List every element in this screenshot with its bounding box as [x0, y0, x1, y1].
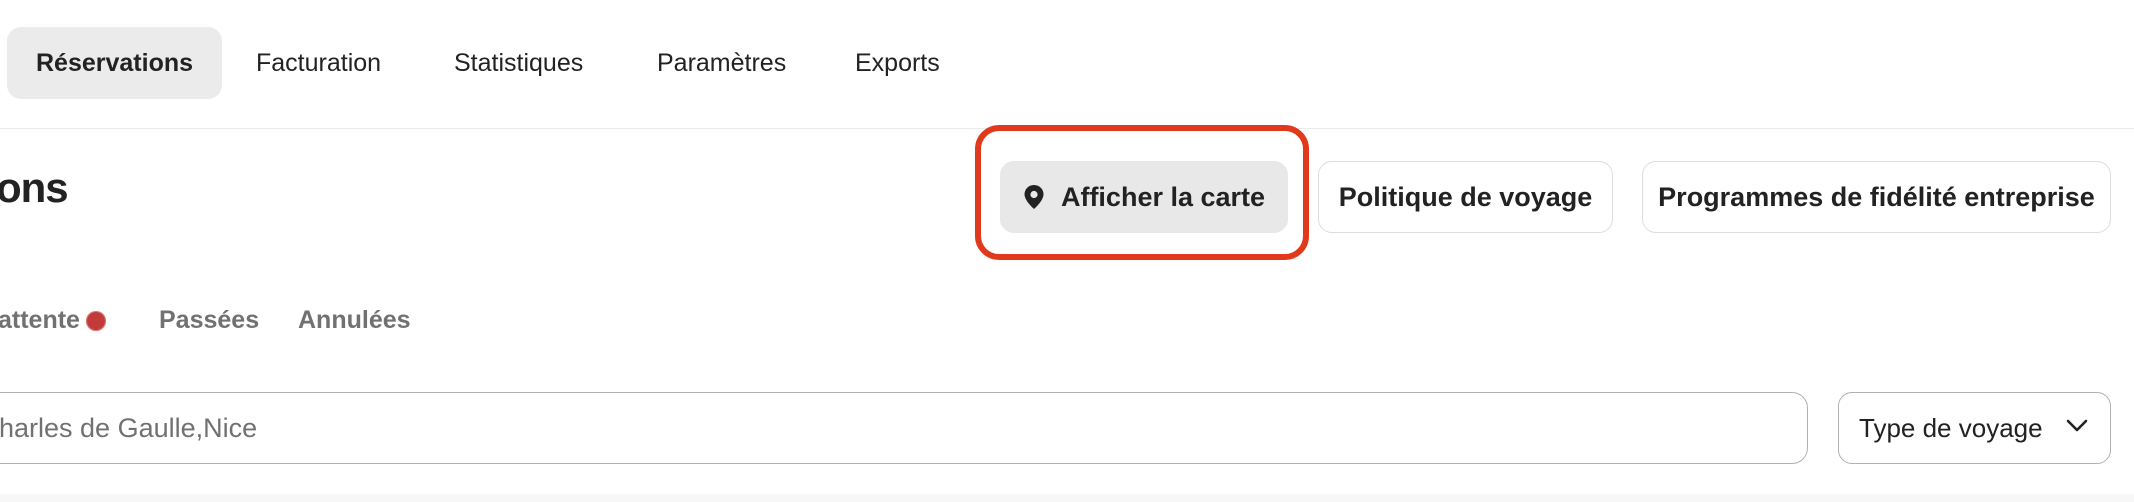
divider — [0, 494, 2134, 502]
loyalty-programs-button[interactable]: Programmes de fidélité entreprise — [1642, 161, 2111, 233]
tab-pending[interactable]: attente — [0, 306, 106, 335]
search-input-text: harles de Gaulle,Nice — [0, 412, 258, 443]
search-input[interactable]: harles de Gaulle,Nice — [0, 392, 1808, 464]
tab-statistiques[interactable]: Statistiques — [454, 27, 583, 99]
chevron-down-icon — [2066, 419, 2088, 432]
top-nav: Réservations Facturation Statistiques Pa… — [0, 0, 2134, 129]
tab-exports[interactable]: Exports — [855, 27, 940, 99]
trip-type-select[interactable]: Type de voyage — [1838, 392, 2111, 464]
travel-policy-button[interactable]: Politique de voyage — [1318, 161, 1613, 233]
tab-pending-label: attente — [0, 306, 80, 334]
tab-reservations[interactable]: Réservations — [7, 27, 223, 99]
page-title: ons — [0, 164, 69, 211]
tab-parametres[interactable]: Paramètres — [657, 27, 786, 99]
tab-past[interactable]: Passées — [159, 306, 259, 335]
show-map-label: Afficher la carte — [1060, 181, 1266, 212]
tab-cancelled[interactable]: Annulées — [298, 306, 411, 335]
map-pin-icon — [1024, 185, 1044, 209]
tab-facturation[interactable]: Facturation — [256, 27, 381, 99]
show-map-button[interactable]: Afficher la carte — [1000, 161, 1288, 233]
trip-type-label: Type de voyage — [1859, 412, 2043, 443]
notification-dot — [85, 311, 106, 331]
